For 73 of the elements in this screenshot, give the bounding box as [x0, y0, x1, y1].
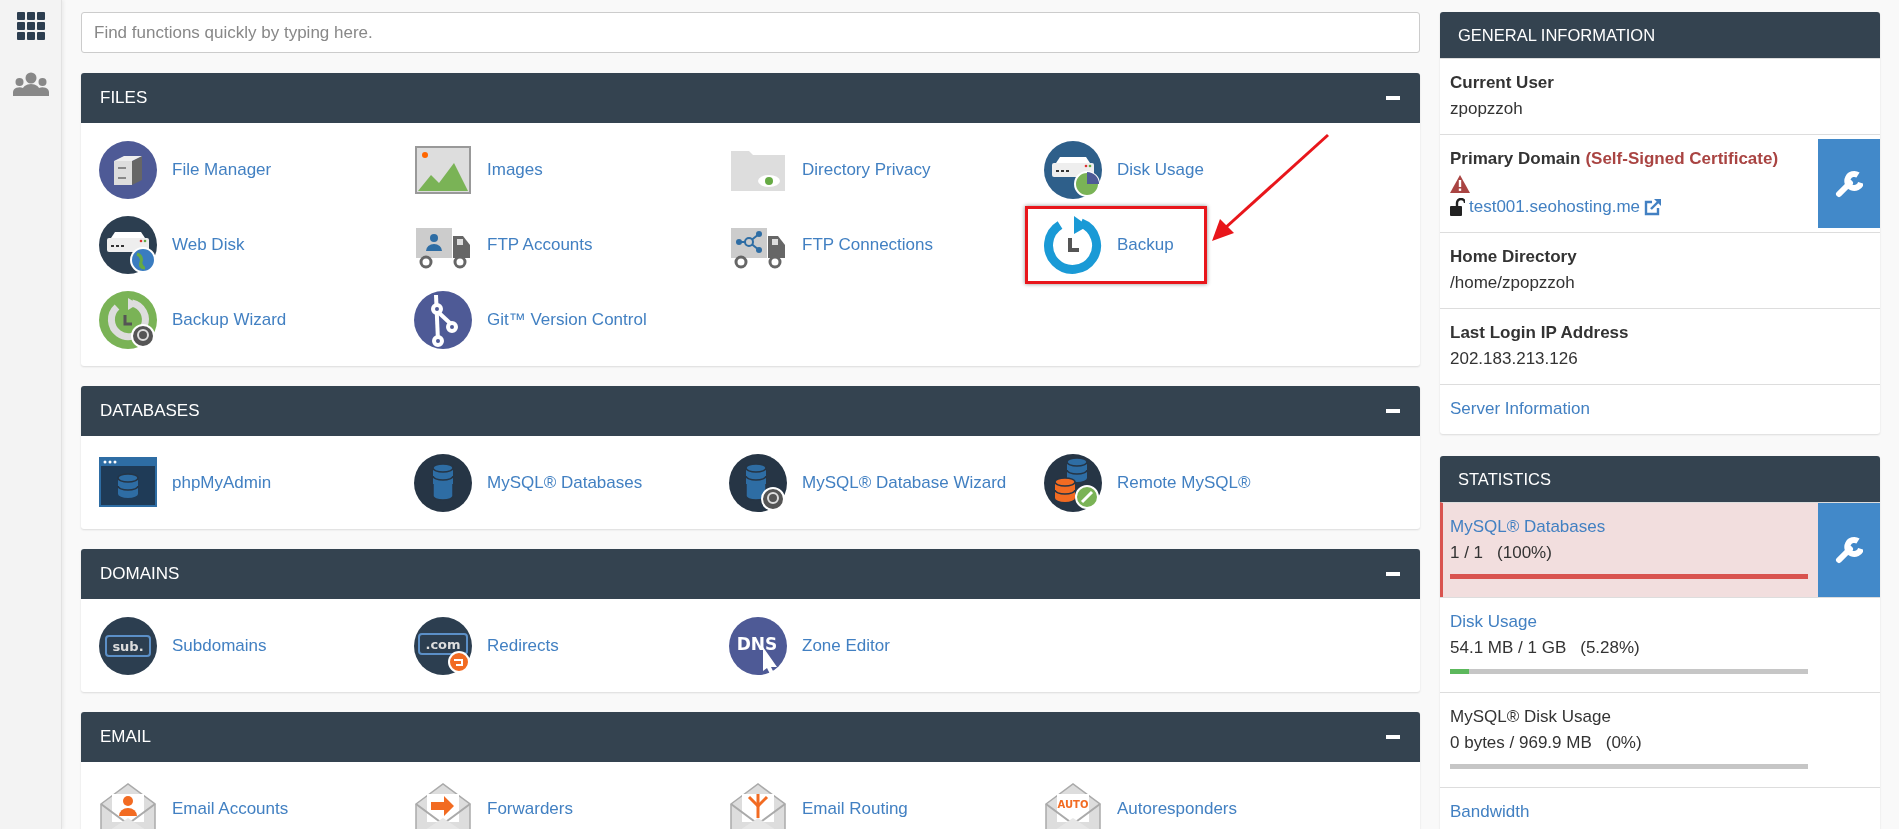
tool-link[interactable]: Backup	[1117, 231, 1174, 258]
tool-link[interactable]: Git™ Version Control	[487, 306, 647, 333]
section-title: FILES	[100, 87, 148, 110]
tool-link[interactable]: phpMyAdmin	[172, 469, 272, 496]
statistic-value: 54.1 MB / 1 GB	[1450, 637, 1567, 659]
tool-link[interactable]: Backup Wizard	[172, 306, 287, 333]
tool-link[interactable]: Directory Privacy	[802, 156, 931, 183]
configure-button[interactable]	[1818, 139, 1880, 228]
domain-link[interactable]: test001.seohosting.me	[1469, 194, 1641, 220]
statistic-value: 0 bytes / 969.9 MB	[1450, 732, 1592, 754]
info-value: 202.183.213.126	[1450, 348, 1579, 370]
wrench-icon	[1835, 169, 1863, 198]
tool-link[interactable]: MySQL® Databases	[487, 469, 643, 496]
section-title: EMAIL	[100, 726, 152, 749]
certificate-warning: (Self-Signed Certificate)	[1585, 148, 1779, 170]
statistic-link[interactable]: Bandwidth	[1450, 799, 1530, 825]
info-label: Last Login IP Address	[1450, 322, 1630, 344]
tool-link[interactable]: Forwarders	[487, 795, 573, 822]
server-pie-icon	[1044, 140, 1102, 199]
info-value: zpopzzoh	[1450, 98, 1524, 120]
info-value: /home/zpopzzoh	[1450, 272, 1576, 294]
tool-link[interactable]: Email Accounts	[172, 795, 289, 822]
section-header[interactable]: FILES	[81, 73, 1420, 123]
statistic-percent: (0%)	[1605, 732, 1642, 754]
panel-title: STATISTICS	[1440, 456, 1880, 502]
statistic-link[interactable]: MySQL® Databases	[1450, 514, 1606, 540]
file-cabinet-icon	[99, 140, 157, 199]
section-header[interactable]: DOMAINS	[81, 549, 1420, 599]
section-header[interactable]: EMAIL	[81, 712, 1420, 762]
tool-link[interactable]: Email Routing	[802, 795, 908, 822]
warning-icon	[1450, 175, 1470, 193]
tool-link[interactable]: Subdomains	[172, 632, 267, 659]
tool-link[interactable]: File Manager	[172, 156, 272, 183]
tool-link[interactable]: Web Disk	[172, 231, 245, 258]
statistic-value: 1 / 1	[1450, 542, 1484, 564]
tool-link[interactable]: FTP Accounts	[487, 231, 593, 258]
users-icon	[12, 72, 49, 96]
tool-link[interactable]: Autoresponders	[1117, 795, 1238, 822]
section-header[interactable]: DATABASES	[81, 386, 1420, 436]
tool-link[interactable]: FTP Connections	[802, 231, 934, 258]
tool-link[interactable]: MySQL® Database Wizard	[802, 469, 1007, 496]
database-badge-icon	[729, 453, 787, 512]
info-label: Primary Domain	[1450, 148, 1581, 170]
database-plug-icon	[1044, 453, 1102, 512]
tool-link[interactable]: Zone Editor	[802, 632, 890, 659]
external-link-icon	[1644, 198, 1662, 216]
sub-label-icon: sub.	[99, 616, 157, 675]
statistic-percent: (100%)	[1497, 542, 1552, 564]
info-link[interactable]: Server Information	[1450, 399, 1590, 418]
statistic-label: MySQL® Disk Usage	[1450, 706, 1612, 728]
dns-cursor-icon: DNS	[729, 616, 787, 675]
branch-icon	[414, 290, 472, 349]
wrench-icon	[1835, 536, 1863, 564]
database-icon	[414, 453, 472, 512]
tool-link[interactable]: Redirects	[487, 632, 559, 659]
web-address-icon: .com	[414, 616, 472, 675]
statistic-link[interactable]: Disk Usage	[1450, 609, 1537, 635]
panel-title: GENERAL INFORMATION	[1440, 12, 1880, 58]
server-globe-icon	[99, 215, 157, 274]
info-label: Current User	[1450, 72, 1555, 94]
section-title: DATABASES	[100, 400, 200, 423]
tool-link[interactable]: Disk Usage	[1117, 156, 1204, 183]
tool-link[interactable]: Images	[487, 156, 543, 183]
statistic-percent: (5.28%)	[1580, 637, 1640, 659]
info-label: Home Directory	[1450, 246, 1578, 268]
tool-link[interactable]: Remote MySQL®	[1117, 469, 1251, 496]
clock-badge-icon	[99, 290, 157, 349]
app-grid-icon	[16, 12, 45, 40]
section-title: DOMAINS	[100, 563, 180, 586]
unlocked-padlock-icon	[1450, 198, 1465, 216]
circular-arrow-clock-icon	[1044, 215, 1102, 274]
configure-button[interactable]	[1818, 503, 1880, 597]
search-field[interactable]: Find functions quickly by typing here.	[81, 12, 1420, 53]
